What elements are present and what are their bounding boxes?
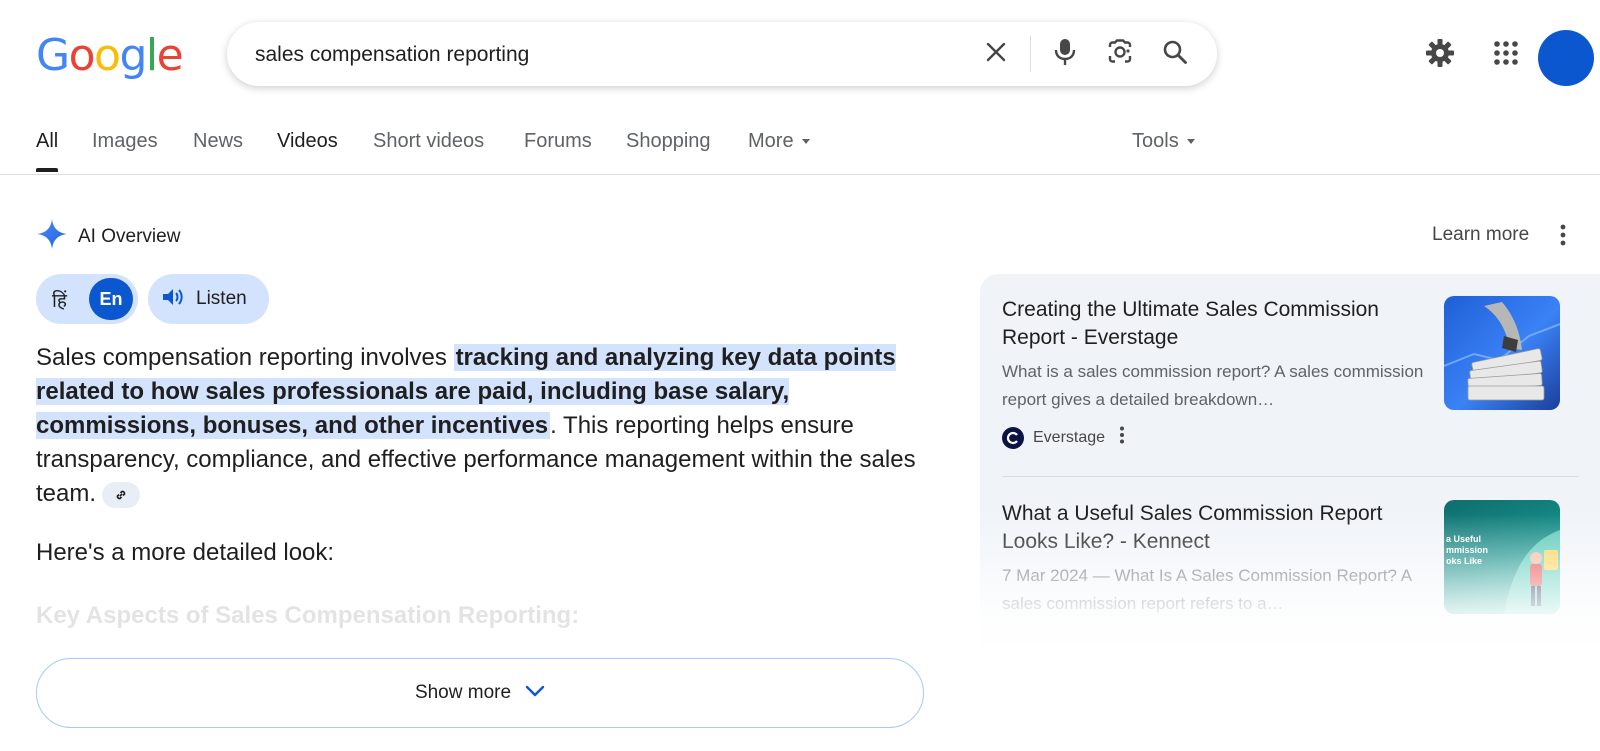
tab-news[interactable]: News xyxy=(193,130,243,153)
language-english-button[interactable]: En xyxy=(89,278,133,320)
source-card[interactable]: What a Useful Sales Commission Report Lo… xyxy=(1002,500,1582,618)
sparkle-icon xyxy=(36,218,68,255)
lens-search-button[interactable] xyxy=(1104,38,1136,70)
clear-search-button[interactable] xyxy=(980,38,1012,70)
logo-letter: G xyxy=(36,30,70,81)
account-avatar[interactable] xyxy=(1538,30,1594,86)
ai-overview-header: AI Overview xyxy=(36,218,180,255)
source-attribution: Everstage xyxy=(1002,426,1582,449)
close-icon xyxy=(985,41,1007,68)
tools-label: Tools xyxy=(1132,130,1179,152)
sources-panel: Creating the Ultimate Sales Commission R… xyxy=(980,274,1600,654)
search-button[interactable] xyxy=(1159,38,1191,70)
apps-button[interactable] xyxy=(1489,38,1523,72)
search-icon xyxy=(1162,39,1188,70)
detailed-look-text: Here's a more detailed look: xyxy=(36,539,335,566)
search-input[interactable]: sales compensation reporting xyxy=(255,43,529,67)
logo-letter: o xyxy=(94,30,121,81)
show-more-button[interactable]: Show more xyxy=(36,658,924,728)
card-divider xyxy=(1002,476,1578,477)
microphone-icon xyxy=(1053,38,1077,71)
search-divider xyxy=(1030,36,1031,72)
chevron-down-icon xyxy=(525,684,545,702)
thumbnail-text: a Useful mmission oks Like xyxy=(1446,534,1488,566)
language-toggle: हिं En xyxy=(36,274,138,324)
citation-link-button[interactable] xyxy=(102,481,141,508)
source-snippet: What is a sales commission report? A sal… xyxy=(1002,362,1424,409)
apps-grid-icon xyxy=(1493,40,1519,71)
source-thumbnail[interactable] xyxy=(1444,296,1560,410)
search-tabs: All Images News Videos Short videos Foru… xyxy=(0,110,1600,175)
google-logo[interactable]: Google xyxy=(36,30,184,81)
tab-more[interactable]: More xyxy=(748,130,810,153)
logo-letter: l xyxy=(145,30,158,81)
voice-search-button[interactable] xyxy=(1049,38,1081,70)
show-more-label: Show more xyxy=(414,682,512,703)
tab-short-videos[interactable]: Short videos xyxy=(373,130,484,153)
tab-all[interactable]: All xyxy=(36,130,58,153)
listen-label: Listen xyxy=(196,288,247,309)
ai-overview-paragraph: Sales compensation reporting involves tr… xyxy=(36,341,936,511)
tab-shopping[interactable]: Shopping xyxy=(626,130,711,153)
more-options-icon[interactable] xyxy=(1560,224,1566,251)
listen-button[interactable]: Listen xyxy=(148,274,269,324)
search-box[interactable]: sales compensation reporting xyxy=(227,22,1217,86)
caret-down-icon xyxy=(1186,139,1195,145)
gear-icon xyxy=(1424,37,1456,74)
source-card[interactable]: Creating the Ultimate Sales Commission R… xyxy=(1002,296,1582,449)
source-title[interactable]: What a Useful Sales Commission Report Lo… xyxy=(1002,500,1422,556)
link-icon xyxy=(114,478,128,512)
more-options-icon[interactable] xyxy=(1119,426,1125,449)
logo-letter: e xyxy=(156,30,184,81)
tab-forums[interactable]: Forums xyxy=(524,130,592,153)
source-thumbnail[interactable]: a Useful mmission oks Like xyxy=(1444,500,1560,614)
tab-images[interactable]: Images xyxy=(92,130,158,153)
tools-button[interactable]: Tools xyxy=(1132,130,1195,153)
tab-more-label: More xyxy=(748,130,794,152)
logo-letter: o xyxy=(68,30,96,81)
learn-more-link[interactable]: Learn more xyxy=(1432,224,1529,246)
speaker-icon xyxy=(162,287,184,312)
language-hindi-button[interactable]: हिं xyxy=(52,287,67,313)
source-title[interactable]: Creating the Ultimate Sales Commission R… xyxy=(1002,296,1422,352)
source-snippet: 7 Mar 2024 — What Is A Sales Commission … xyxy=(1002,566,1412,613)
active-tab-indicator xyxy=(36,168,58,172)
source-name: Everstage xyxy=(1033,428,1106,446)
paragraph-text: Sales compensation reporting involves xyxy=(36,344,454,371)
everstage-favicon-icon xyxy=(1002,426,1024,449)
key-aspects-heading: Key Aspects of Sales Compensation Report… xyxy=(36,602,580,629)
caret-down-icon xyxy=(801,139,810,145)
ai-overview-title: AI Overview xyxy=(78,225,181,247)
logo-letter: g xyxy=(119,30,147,81)
camera-lens-icon xyxy=(1106,38,1134,70)
settings-button[interactable] xyxy=(1423,38,1457,72)
tab-videos[interactable]: Videos xyxy=(277,130,338,153)
